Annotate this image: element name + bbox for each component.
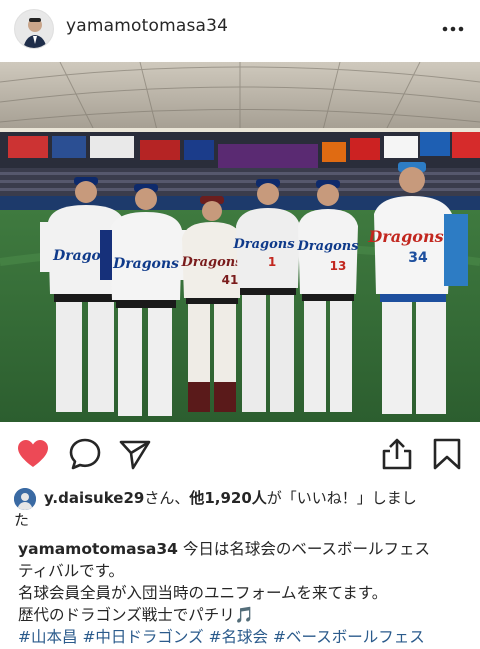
svg-text:Dragons: Dragons: [367, 227, 443, 246]
jersey-number-34: 34: [408, 250, 428, 266]
svg-text:Dragons: Dragons: [180, 255, 243, 270]
caption-username[interactable]: yamamotomasa34: [18, 540, 178, 558]
post-action-bar: [0, 430, 480, 476]
hashtag-link[interactable]: #ベースボールフェス: [273, 628, 425, 646]
bookmark-icon[interactable]: [430, 437, 464, 471]
post-photo[interactable]: Dragons Dragons Dragons 41 Dragons 1 Dra…: [0, 62, 480, 422]
likes-suffix: が「いいね！」しまし: [266, 489, 417, 507]
caption-text-1: 今日は名球会のベースボールフェス: [177, 540, 431, 558]
hashtag-link[interactable]: #名球会: [209, 628, 269, 646]
comment-bubble-icon[interactable]: [68, 437, 102, 471]
caption-line-1: yamamotomasa34 今日は名球会のベースボールフェス: [18, 538, 474, 560]
jersey-number-1: 1: [268, 255, 276, 269]
hashtag-link[interactable]: #山本昌: [18, 628, 78, 646]
likes-mid: さん、: [144, 489, 190, 507]
svg-text:Dragons: Dragons: [232, 237, 295, 252]
caption-hashtags: #山本昌 #中日ドラゴンズ #名球会 #ベースボールフェス: [18, 626, 474, 648]
stadium-team-photo: Dragons Dragons Dragons 41 Dragons 1 Dra…: [0, 62, 480, 422]
jersey-number-13: 13: [330, 259, 347, 273]
jersey-number-41: 41: [222, 273, 239, 287]
svg-text:Dragons: Dragons: [112, 256, 179, 272]
caption-line-2: ティバルです。: [18, 562, 125, 580]
caption-line-3: 名球会員全員が入団当時のユニフォームを来てます。: [18, 584, 388, 602]
hashtag-link[interactable]: #中日ドラゴンズ: [82, 628, 203, 646]
post-caption: yamamotomasa34 今日は名球会のベースボールフェス ティバルです。 …: [18, 538, 474, 648]
caption-line-4: 歴代のドラゴンズ戦士でパチリ🎵: [18, 606, 254, 624]
profile-avatar[interactable]: [14, 9, 54, 49]
svg-text:Dragons: Dragons: [296, 239, 359, 254]
likes-text: y.daisuke29さん、他1,920人が「いいね！」しまし: [44, 486, 474, 510]
liker-username[interactable]: y.daisuke29: [44, 489, 144, 507]
send-paper-plane-icon[interactable]: [118, 437, 152, 471]
likes-count[interactable]: 他1,920人: [189, 489, 266, 507]
liker-avatar[interactable]: [14, 488, 36, 510]
heart-filled-icon[interactable]: [16, 437, 50, 471]
avatar-image: [15, 10, 53, 48]
post-username[interactable]: yamamotomasa34: [66, 16, 228, 36]
likes-text-cont: た: [14, 511, 30, 529]
share-upload-icon[interactable]: [380, 437, 414, 471]
post-header: yamamotomasa34: [0, 0, 480, 58]
more-dots-icon[interactable]: [440, 16, 466, 42]
liker-avatar-image: [14, 488, 36, 510]
